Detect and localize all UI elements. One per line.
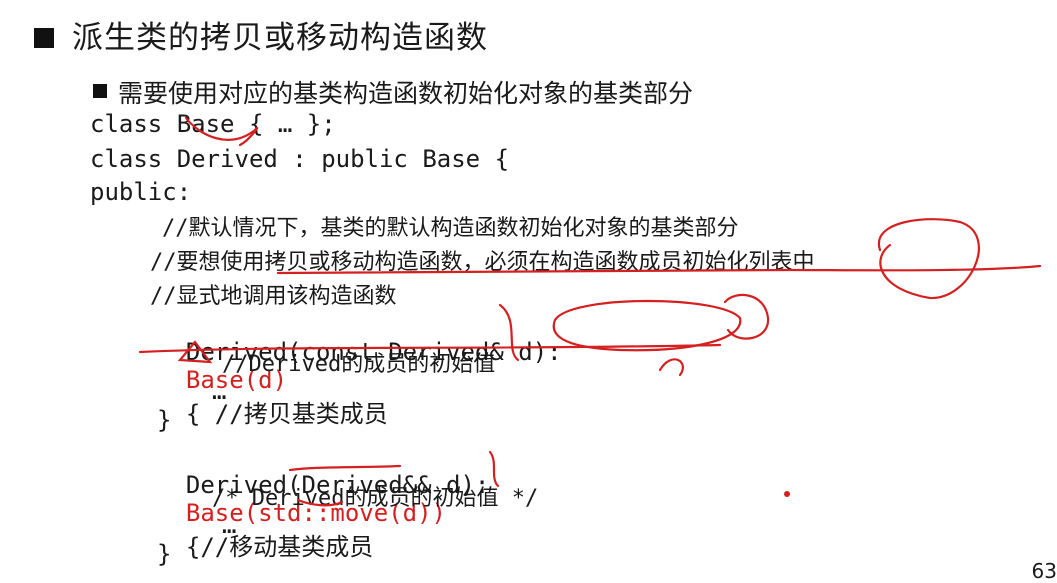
ink-circle-d — [723, 293, 770, 340]
code-line-public: public: — [90, 178, 192, 206]
code-line-base-class: class Base { … }; — [90, 110, 336, 138]
code-copy-member-comment: //Derived的成员的初始值 — [222, 352, 496, 377]
slide-title: 派生类的拷贝或移动构造函数 — [72, 20, 488, 56]
ink-loop-right — [877, 218, 980, 300]
code-line-derived-class: class Derived : public Base { — [90, 145, 510, 173]
ink-circle-base — [552, 299, 742, 352]
slide-subtitle: 需要使用对应的基类构造函数初始化对象的基类部分 — [118, 79, 694, 108]
page-number: 63 — [1031, 559, 1057, 583]
code-comment-must-call: //要想使用拷贝或移动构造函数，必须在构造函数成员初始化列表中 — [150, 250, 815, 275]
code-comment-default: //默认情况下，基类的默认构造函数初始化对象的基类部分 — [162, 216, 739, 241]
code-ellipsis-1: … — [212, 377, 227, 405]
ink-dot — [784, 491, 790, 497]
code-close-brace-1: } — [157, 406, 172, 434]
ink-tick-2 — [658, 358, 684, 377]
move-tail: {//移动基类成员 — [185, 533, 374, 561]
code-close-brace-2: } — [157, 540, 172, 568]
title-bullet-icon — [34, 28, 54, 48]
code-move-member-comment: /* Derived的成员的初始值 */ — [212, 486, 539, 511]
code-comment-explicit: //显式地调用该构造函数 — [150, 284, 397, 309]
code-ellipsis-2: … — [222, 511, 237, 539]
subtitle-bullet-icon — [93, 84, 107, 98]
